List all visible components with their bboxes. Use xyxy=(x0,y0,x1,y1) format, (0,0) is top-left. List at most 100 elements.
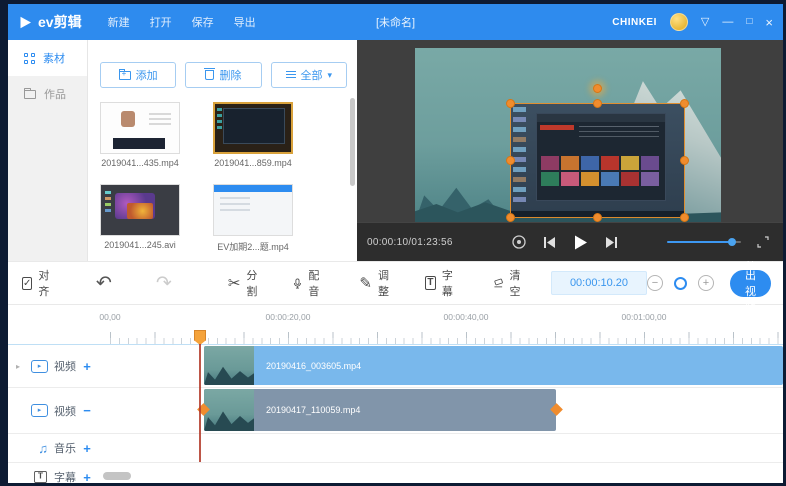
resize-handle-bottom-center[interactable] xyxy=(593,213,602,222)
clear-label: 清空 xyxy=(510,267,525,299)
sidebar-tab-label: 素材 xyxy=(43,50,65,66)
minimize-button[interactable]: — xyxy=(722,17,733,28)
zoom-reset-button[interactable] xyxy=(674,277,687,290)
sidebar-tab-materials[interactable]: 素材 xyxy=(8,40,87,76)
delete-button-label: 删除 xyxy=(219,67,241,83)
material-item[interactable]: 2019041...245.avi xyxy=(100,184,180,253)
adjust-button[interactable]: ✎ 调整 xyxy=(359,267,389,299)
delete-material-button[interactable]: 删除 xyxy=(185,62,261,88)
fullscreen-icon[interactable] xyxy=(757,236,769,248)
trim-handle-right[interactable] xyxy=(550,403,563,416)
text-icon: T xyxy=(425,276,436,290)
clear-button[interactable]: 清空 xyxy=(493,267,525,299)
titlebar-right: CHINKEI ▽ — □ × xyxy=(612,13,773,31)
export-video-button[interactable]: 导出视频 xyxy=(730,270,771,297)
add-track-button[interactable]: + xyxy=(82,441,92,456)
play-logo-icon xyxy=(18,15,33,30)
track-lane-video-1[interactable]: 20190416_003605.mp4 xyxy=(102,345,783,387)
play-button[interactable] xyxy=(572,234,589,251)
resize-handle-bottom-right[interactable] xyxy=(680,213,689,222)
microphone-icon xyxy=(293,276,302,291)
add-material-button[interactable]: 添加 xyxy=(100,62,176,88)
menu-new[interactable]: 新建 xyxy=(108,14,130,30)
filter-dropdown[interactable]: 全部 ▾ xyxy=(271,62,347,88)
volume-slider[interactable] xyxy=(667,236,741,248)
ruler-ticks xyxy=(110,338,783,344)
material-thumbnail xyxy=(213,184,293,236)
material-thumbnail xyxy=(100,184,180,236)
collapse-caret-icon[interactable]: ▸ xyxy=(16,362,20,371)
timeline-clip-2-selected[interactable]: 20190417_110059.mp4 xyxy=(204,389,556,431)
remove-track-button[interactable]: − xyxy=(82,403,92,418)
timeline-ruler[interactable]: 00,00 00:00:20,00 00:00:40,00 00:01:00,0… xyxy=(8,305,783,345)
resize-handle-top-right[interactable] xyxy=(680,99,689,108)
add-track-button[interactable]: + xyxy=(82,470,92,484)
preview-panel: 00:00:10/01:23:56 xyxy=(357,40,783,261)
timecode-display: 00:00:10/01:23:56 xyxy=(367,237,453,248)
volume-thumb[interactable] xyxy=(728,238,736,246)
zoom-in-button[interactable]: + xyxy=(698,275,714,291)
clip-filename: 20190417_110059.mp4 xyxy=(266,405,360,415)
track-label: 音乐 xyxy=(54,440,76,456)
maximize-button[interactable]: □ xyxy=(746,17,752,27)
menu-export[interactable]: 导出 xyxy=(234,14,256,30)
close-button[interactable]: × xyxy=(765,16,773,29)
resize-handle-mid-right[interactable] xyxy=(680,156,689,165)
ruler-label: 00,00 xyxy=(99,312,120,322)
subtitle-button[interactable]: T 字幕 xyxy=(425,267,457,299)
avatar[interactable] xyxy=(670,13,688,31)
undo-button[interactable]: ↶ xyxy=(96,274,112,293)
video-preview xyxy=(357,40,783,222)
titlebar: ev剪辑 新建 打开 保存 导出 [未命名] CHINKEI ▽ — □ × xyxy=(8,4,783,40)
material-item[interactable]: 2019041...435.mp4 xyxy=(100,102,180,168)
track-lane-subtitle[interactable] xyxy=(102,463,783,483)
current-time-input[interactable] xyxy=(551,271,647,295)
menu-save[interactable]: 保存 xyxy=(192,14,214,30)
overlay-clip-content[interactable] xyxy=(510,103,685,218)
dub-button[interactable]: 配音 xyxy=(293,267,323,299)
timeline-horizontal-scrollbar[interactable] xyxy=(103,472,131,480)
material-thumbnail xyxy=(100,102,180,154)
main-menu: 新建 打开 保存 导出 xyxy=(108,14,256,30)
grid-icon xyxy=(24,53,35,64)
clip-thumbnail xyxy=(204,346,254,385)
menu-open[interactable]: 打开 xyxy=(150,14,172,30)
next-frame-button[interactable] xyxy=(605,236,618,249)
resize-handle-top-left[interactable] xyxy=(506,99,515,108)
sidebar-tab-label: 作品 xyxy=(44,86,66,102)
zoom-out-button[interactable]: − xyxy=(647,275,663,291)
redo-button[interactable]: ↷ xyxy=(156,274,172,293)
trash-icon xyxy=(205,70,214,80)
align-checkbox[interactable]: ✓ 对齐 xyxy=(22,267,52,299)
resize-handle-top-center[interactable] xyxy=(593,99,602,108)
resize-handle-mid-left[interactable] xyxy=(506,156,515,165)
split-button[interactable]: ✂ 分割 xyxy=(228,267,258,299)
previous-frame-button[interactable] xyxy=(543,236,556,249)
add-track-button[interactable]: + xyxy=(82,359,92,374)
loop-icon[interactable] xyxy=(511,234,527,250)
ruler-label: 00:01:00,00 xyxy=(622,312,667,322)
sidebar-tab-works[interactable]: 作品 xyxy=(8,76,87,112)
material-filename: 2019041...245.avi xyxy=(100,240,180,250)
materials-scrollbar[interactable] xyxy=(350,98,355,186)
user-menu-arrow-icon[interactable]: ▽ xyxy=(701,17,709,28)
rotate-handle[interactable] xyxy=(593,84,602,93)
chevron-down-icon: ▾ xyxy=(328,70,333,81)
materials-toolbar: 添加 删除 全部 ▾ xyxy=(88,40,357,88)
video-frame-mountain-scene xyxy=(415,48,721,222)
material-item-selected[interactable]: 2019041...859.mp4 xyxy=(213,102,293,168)
track-label: 视频 xyxy=(54,403,76,419)
desktop-window-mock xyxy=(536,113,666,201)
track-video-2: ▸ 视频 − 20190417_110059.mp4 xyxy=(8,388,783,434)
username-label[interactable]: CHINKEI xyxy=(612,17,657,28)
app-logo: ev剪辑 xyxy=(18,12,82,32)
eraser-icon xyxy=(493,276,504,290)
timeline-clip-1[interactable]: 20190416_003605.mp4 xyxy=(204,346,783,385)
resize-handle-bottom-left[interactable] xyxy=(506,213,515,222)
track-lane-music[interactable] xyxy=(102,434,783,462)
track-lane-video-2[interactable]: 20190417_110059.mp4 xyxy=(102,388,783,433)
material-item[interactable]: EV加期2...题.mp4 xyxy=(213,184,293,253)
clip-thumbnail xyxy=(204,389,254,431)
sidebar: 素材 作品 xyxy=(8,40,88,261)
material-thumbnail xyxy=(213,102,293,154)
